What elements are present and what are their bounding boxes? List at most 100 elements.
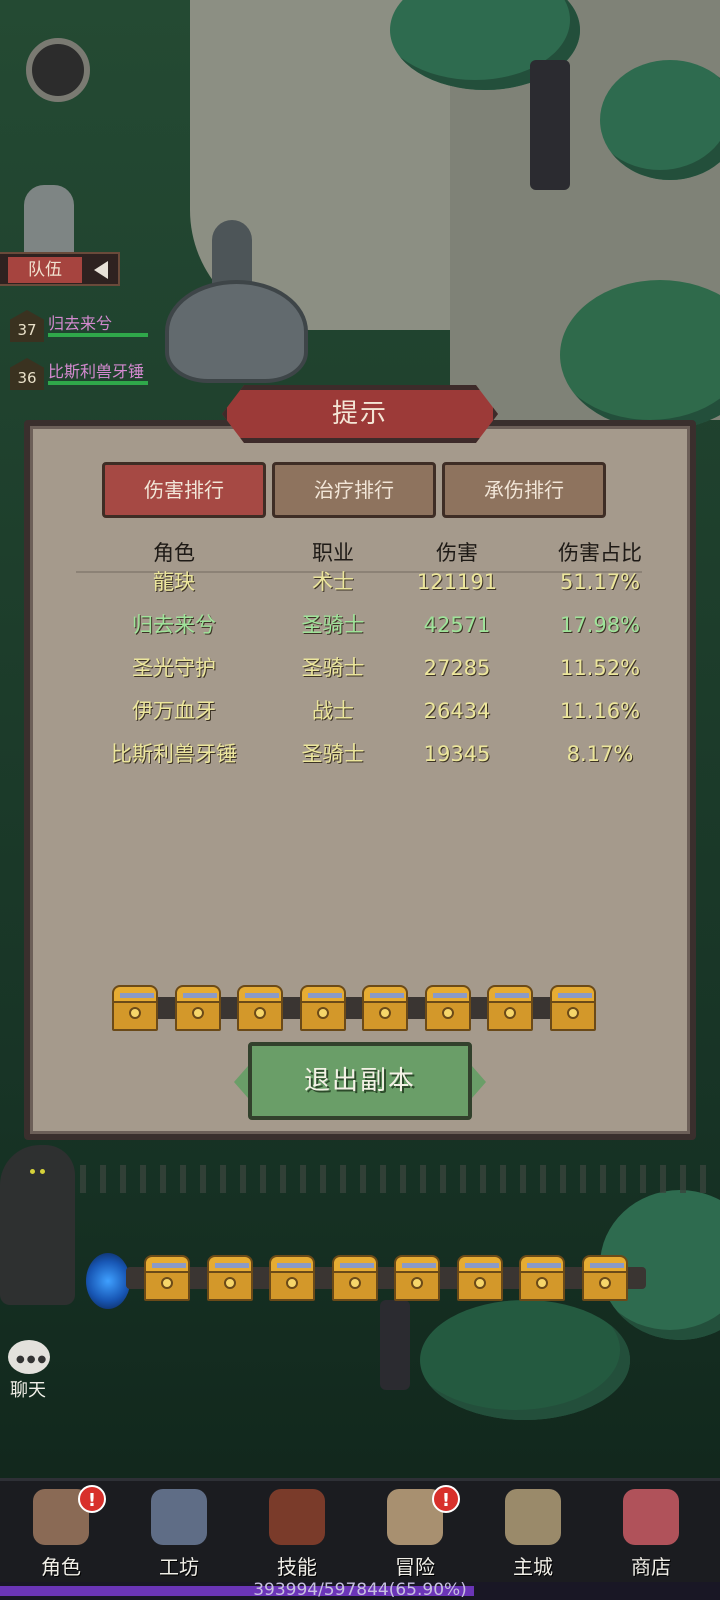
hooded-reaper bbox=[0, 1145, 75, 1305]
member-name: 比斯利兽牙锤 bbox=[48, 362, 145, 381]
tab-damage-taken-ranking[interactable]: 承伤排行 bbox=[442, 462, 606, 518]
nav-label: 商店 bbox=[631, 1555, 671, 1579]
chest-band bbox=[120, 993, 154, 998]
nav-item[interactable]: 主城 bbox=[478, 1481, 588, 1585]
chest-band bbox=[589, 1263, 624, 1268]
team-tab-label: 队伍 bbox=[8, 257, 82, 283]
chest-lock bbox=[254, 1007, 266, 1019]
chest-band bbox=[339, 1263, 374, 1268]
chat-dots: ●●● bbox=[16, 1354, 49, 1365]
chest-band bbox=[214, 1263, 249, 1268]
treasure-chest-icon bbox=[269, 1255, 315, 1301]
table-row: 伊万血牙 战士 26434 11.16% bbox=[76, 689, 642, 733]
treasure-chest-icon bbox=[581, 1255, 628, 1301]
damage-share: 11.52% bbox=[559, 656, 641, 680]
level-badge: 36 bbox=[10, 358, 44, 390]
fence bbox=[60, 1165, 720, 1193]
level-badge: 37 bbox=[10, 310, 44, 342]
chest-band bbox=[307, 993, 342, 998]
nav-item[interactable]: ! 角色 bbox=[6, 1481, 116, 1585]
tab-damage-ranking[interactable]: 伤害排行 bbox=[102, 462, 266, 518]
team-member[interactable]: 36 比斯利兽牙锤 bbox=[10, 356, 190, 390]
character-class: 圣骑士 bbox=[301, 656, 365, 680]
nav-label: 冒险 bbox=[395, 1555, 435, 1579]
character-name: 归去来兮 bbox=[132, 613, 216, 637]
character-name: 比斯利兽牙锤 bbox=[111, 742, 237, 766]
team-member[interactable]: 37 归去来兮 bbox=[10, 308, 190, 342]
chest-band bbox=[152, 1263, 186, 1268]
bottom-nav: ! 角色 工坊 技能! 冒险 主城 商店 bbox=[0, 1478, 720, 1585]
chest-band bbox=[432, 993, 467, 998]
dead-tree bbox=[380, 1300, 410, 1390]
treasure-chest-icon bbox=[456, 1255, 503, 1301]
team-tab[interactable]: 队伍 bbox=[0, 252, 120, 286]
reward-chest-row bbox=[110, 985, 610, 1035]
treasure-chest-icon bbox=[144, 1255, 190, 1301]
treasure-chest-icon bbox=[237, 985, 283, 1031]
character-name: 圣光守护 bbox=[132, 656, 216, 680]
treasure-chest-icon bbox=[362, 985, 408, 1031]
dead-tree bbox=[530, 60, 570, 190]
damage-value: 26434 bbox=[423, 699, 491, 723]
treasure-chest-icon bbox=[174, 985, 221, 1031]
character-class: 圣骑士 bbox=[301, 742, 365, 766]
chest-lock bbox=[536, 1277, 548, 1289]
treasure-chest-icon bbox=[519, 1255, 565, 1301]
damage-share: 51.17% bbox=[559, 570, 641, 594]
glowing-eye bbox=[30, 1169, 35, 1174]
shop-icon bbox=[623, 1489, 679, 1545]
treasure-chest-icon bbox=[487, 985, 533, 1031]
damage-value: 19345 bbox=[423, 742, 491, 766]
health-bar bbox=[48, 381, 148, 385]
chest-lock bbox=[286, 1277, 298, 1289]
treasure-chest-icon bbox=[112, 985, 158, 1031]
treasure-chest-icon bbox=[331, 1255, 378, 1301]
chat-label: 聊天 bbox=[10, 1380, 46, 1401]
glowing-eye bbox=[40, 1169, 45, 1174]
nav-item[interactable]: 技能 bbox=[242, 1481, 352, 1585]
damage-share: 11.16% bbox=[559, 699, 641, 723]
damage-value: 42571 bbox=[423, 613, 491, 637]
chest-band bbox=[245, 993, 279, 998]
exit-dungeon-button[interactable]: 退出副本 bbox=[234, 1042, 486, 1120]
treasure-chest-icon bbox=[424, 985, 471, 1031]
nav-item[interactable]: ! 冒险 bbox=[360, 1481, 470, 1585]
ranking-tabs: 伤害排行 治疗排行 承伤排行 bbox=[102, 462, 622, 518]
chest-band bbox=[557, 993, 592, 998]
table-row: 圣光守护 圣骑士 27285 11.52% bbox=[76, 646, 642, 690]
chest-lock bbox=[316, 1007, 329, 1019]
treasure-chest-icon bbox=[549, 985, 596, 1031]
chest-lock bbox=[161, 1277, 173, 1289]
chest-band bbox=[370, 993, 404, 998]
skill-book-icon bbox=[269, 1489, 325, 1545]
chest-lock bbox=[441, 1007, 454, 1019]
chest-lock bbox=[473, 1277, 486, 1289]
table-row: 龍玦 术士 121191 51.17% bbox=[76, 560, 642, 604]
member-name: 归去来兮 bbox=[48, 314, 113, 333]
tab-healing-ranking[interactable]: 治疗排行 bbox=[272, 462, 436, 518]
treasure-chest-icon bbox=[299, 985, 346, 1031]
collapse-arrow-icon[interactable] bbox=[94, 261, 108, 279]
chest-track bbox=[126, 1267, 646, 1289]
nav-label: 角色 bbox=[41, 1555, 81, 1579]
chest-band bbox=[182, 993, 217, 998]
chest-lock bbox=[223, 1277, 236, 1289]
table-row: 比斯利兽牙锤 圣骑士 19345 8.17% bbox=[76, 732, 642, 776]
chat-button[interactable]: ●●● 聊天 bbox=[4, 1340, 54, 1401]
experience-bar: 393994/597844(65.90%) bbox=[0, 1580, 720, 1600]
chest-band bbox=[464, 1263, 499, 1268]
alert-badge-icon: ! bbox=[78, 1485, 106, 1513]
character-class: 术士 bbox=[312, 570, 354, 594]
bottom-chest-row bbox=[86, 1255, 646, 1305]
damage-value: 121191 bbox=[416, 570, 498, 594]
chest-lock bbox=[191, 1007, 204, 1019]
treasure-chest-icon bbox=[206, 1255, 253, 1301]
chest-lock bbox=[348, 1277, 361, 1289]
character-name: 龍玦 bbox=[153, 570, 195, 594]
experience-text: 393994/597844(65.90%) bbox=[253, 1580, 467, 1600]
nav-item[interactable]: 商店 bbox=[596, 1481, 706, 1585]
damage-share: 8.17% bbox=[566, 742, 634, 766]
damage-share: 17.98% bbox=[559, 613, 641, 637]
chest-lock bbox=[566, 1007, 579, 1019]
nav-item[interactable]: 工坊 bbox=[124, 1481, 234, 1585]
